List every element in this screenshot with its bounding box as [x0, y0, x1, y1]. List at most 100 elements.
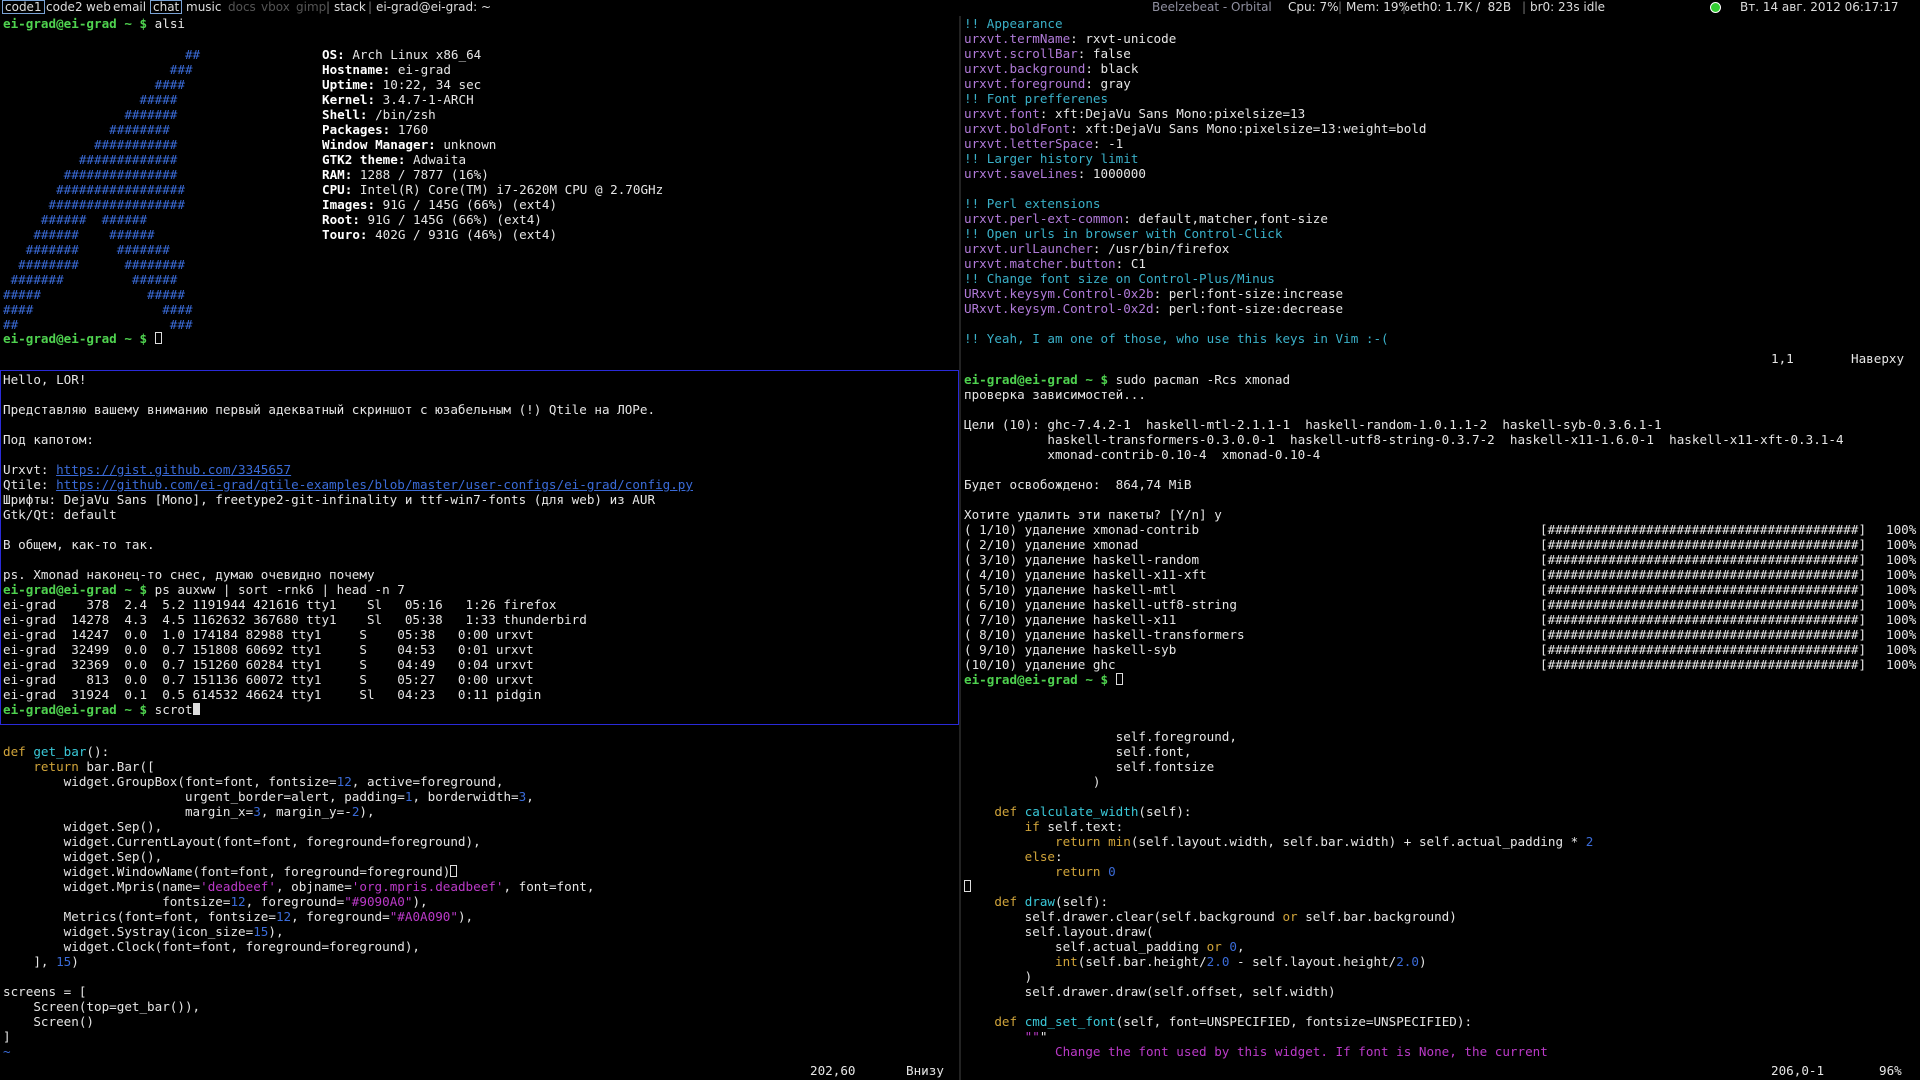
text-line: Хотите удалить эти пакеты? [Y/n] y [964, 507, 1222, 522]
code-line: return bar.Bar([ [33, 759, 155, 774]
process-row: ei-grad 14278 4.3 4.5 1162632 367680 tty… [3, 612, 587, 627]
code-token: 3 [253, 804, 261, 819]
removal-step: ( 4/10) удаление haskell-x11-xft [#######… [961, 567, 1920, 582]
info-key: Images: [322, 197, 376, 212]
code-line: def draw(self): [994, 894, 1109, 909]
system-info-row: Shell: /bin/zsh [322, 107, 663, 122]
comment-mark: ! [964, 196, 972, 211]
info-value: Arch Linux x86_64 [344, 47, 482, 62]
code-token: 15 [253, 924, 269, 939]
resource-key: URxvt.keysym.Control-0x2b [964, 286, 1154, 301]
progress-percent: 100% [1886, 612, 1917, 627]
resource-key: urxvt.perl-ext-common [964, 211, 1124, 226]
text-line: ps. Xmonad наконец-то снес, думаю очевид… [3, 567, 375, 582]
terminal-lor[interactable]: Hello, LOR! Представляю вашему вниманию п… [0, 370, 959, 725]
eth0-meter: eth0: 1.7K / 82B [1410, 0, 1512, 14]
mem-meter: Mem: 19% [1346, 0, 1410, 14]
vim-xresources[interactable]: !! Appearance urxvt.termName: rxvt-unicod… [961, 16, 1920, 368]
vim-widget-py[interactable]: self.foreground, self.font, self.fontsiz… [961, 727, 1920, 1080]
system-info-row: Hostname: ei-grad [322, 62, 663, 77]
removal-step: ( 5/10) удаление haskell-mtl [###########… [961, 582, 1920, 597]
cursor [154, 332, 162, 344]
code-line: Change the font used by this widget. If … [964, 1044, 1548, 1059]
group-music[interactable]: music [184, 0, 223, 14]
vim-config-py[interactable]: def get_bar(): return bar.Bar([ widget.G… [0, 727, 959, 1080]
cursor [1115, 673, 1123, 685]
text-line [0, 417, 959, 432]
pidgin-tray-icon[interactable] [1710, 2, 1721, 13]
prompt: ei-grad@ei-grad ~ $ [964, 372, 1116, 387]
resource-key: urxvt.scrollBar [964, 46, 1078, 61]
comment: ! Open urls in browser with Control-Clic… [971, 226, 1283, 241]
code-line: widget.Sep(), [3, 849, 163, 864]
group-docs[interactable]: docs [226, 0, 258, 14]
prompt-line: ei-grad@ei-grad ~ $ [961, 672, 1920, 687]
code-line: ) [964, 969, 1033, 984]
system-info-row: OS: Arch Linux x86_64 [322, 47, 663, 62]
code-line: urgent_border=alert, padding=1, borderwi… [3, 789, 534, 804]
qtile-config-link[interactable]: https://github.com/ei-grad/qtile-example… [56, 477, 693, 492]
code-token: 12 [275, 909, 292, 924]
separator: | [1522, 0, 1527, 14]
separator: | [368, 0, 373, 14]
resource-line: urxvt.saveLines: 1000000 [961, 166, 1920, 181]
editor-text: !! Appearance urxvt.termName: rxvt-unicod… [961, 16, 1920, 346]
code-token: "#A0A090" [389, 909, 458, 924]
resource-key: urxvt.urlLauncher [964, 241, 1093, 256]
comment-mark: ! [964, 226, 972, 241]
text-line: В общем, как-то так. [3, 537, 155, 552]
terminal-alsi[interactable]: ei-grad@ei-grad ~ $ alsi ## ### #### ###… [0, 16, 958, 368]
comment-line: !! Open urls in browser with Control-Cli… [961, 226, 1920, 241]
progress-bar: [#######################################… [1540, 642, 1867, 657]
resource-line: urxvt.matcher.button: C1 [961, 256, 1920, 271]
group-code2[interactable]: code2 [44, 0, 85, 14]
prompt-line: ei-grad@ei-grad ~ $ [0, 331, 162, 346]
current-layout: stack [334, 0, 366, 14]
info-key: Root: [322, 212, 360, 227]
resource-key: urxvt.foreground [964, 76, 1086, 91]
comment: ! Perl extensions [971, 196, 1101, 211]
resource-line: urxvt.perl-ext-common: default,matcher,f… [961, 211, 1920, 226]
resource-line: urxvt.boldFont: xft:DejaVu Sans Mono:pix… [961, 121, 1920, 136]
code-token: "" [1024, 1029, 1040, 1044]
cursor [450, 865, 458, 877]
system-info: OS: Arch Linux x86_64 Hostname: ei-grad Up… [322, 47, 663, 242]
group-gimp[interactable]: gimp [294, 0, 328, 14]
code-token: 0 [1108, 864, 1116, 879]
resource-key: urxvt.background [964, 61, 1086, 76]
code-token: return [33, 759, 79, 774]
resource-value: : black [1085, 61, 1139, 76]
resource-line: urxvt.urlLauncher: /usr/bin/firefox [961, 241, 1920, 256]
code-token: def [994, 1014, 1018, 1029]
comment-line: !! Larger history limit [961, 151, 1920, 166]
code-token: or [1282, 909, 1298, 924]
info-value: unknown [435, 137, 497, 152]
code-token: if [1024, 819, 1040, 834]
system-info-row: Images: 91G / 145G (66%) (ext4) [322, 197, 663, 212]
code-line: ) [964, 774, 1101, 789]
resource-key: urxvt.termName [964, 31, 1071, 46]
step-label: ( 1/10) удаление xmonad-contrib [964, 522, 1200, 537]
terminal-pacman[interactable]: ei-grad@ei-grad ~ $ sudo pacman -Rcs xmo… [961, 370, 1920, 725]
resource-value: : perl:font-size:decrease [1153, 301, 1344, 316]
editor-text: self.foreground, self.font, self.fontsiz… [961, 727, 1920, 1059]
vim-cursor-position: 206,0-1 [1771, 1063, 1825, 1078]
group-chat[interactable]: chat [150, 0, 183, 14]
group-code1[interactable]: code1 [2, 0, 45, 14]
process-row: ei-grad 31924 0.1 0.5 614532 46624 tty1 … [3, 687, 542, 702]
group-web[interactable]: web [84, 0, 113, 14]
text-line: Urxvt: https://gist.github.com/3345657 [3, 462, 292, 477]
window-title: ei-grad@ei-grad: ~ [376, 0, 492, 14]
code-token: def [994, 894, 1018, 909]
progress-percent: 100% [1886, 522, 1917, 537]
group-email[interactable]: email [111, 0, 148, 14]
group-vbox[interactable]: vbox [259, 0, 292, 14]
code-line: Screen() [3, 1014, 94, 1029]
top-bar: code1 code2 web email chat music docs vb… [0, 0, 1920, 14]
comment: ! Appearance [971, 16, 1063, 31]
resource-value: : xft:DejaVu Sans Mono:pixelsize=13 [1039, 106, 1306, 121]
system-info-row: Uptime: 10:22, 34 sec [322, 77, 663, 92]
urxvt-link[interactable]: https://gist.github.com/3345657 [56, 462, 291, 477]
code-line: ] [3, 1029, 11, 1044]
